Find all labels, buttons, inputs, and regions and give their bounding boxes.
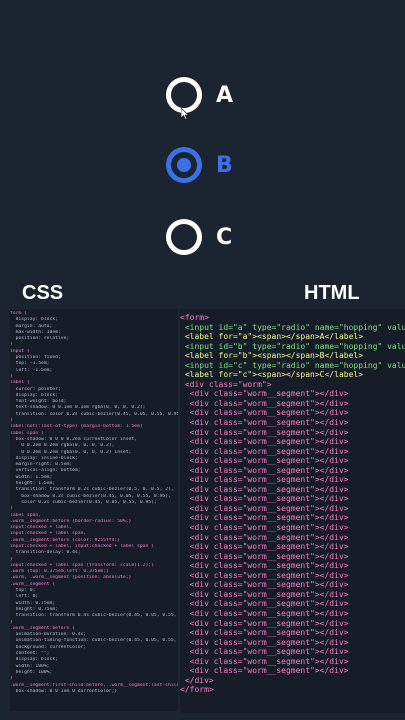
html-code-line: <div class="worm__segment"></div> <box>180 494 349 504</box>
html-code-line: <div class="worm__segment"></div> <box>180 628 349 638</box>
css-code-line: transition: transform 0.4s cubic-bezier(… <box>10 613 178 619</box>
mouse-cursor-icon <box>181 108 189 120</box>
html-code-line: <input id="b" type="radio" name="hopping… <box>184 341 405 351</box>
html-code-line: <div class="worm__segment"></div> <box>180 589 349 599</box>
html-code-line: <div class="worm__segment"></div> <box>180 484 349 494</box>
html-code-line: <div class="worm__segment"></div> <box>180 542 349 552</box>
html-code-line: <div class="worm__segment"></div> <box>180 561 349 571</box>
html-code-line: <div class="worm__segment"></div> <box>180 580 349 590</box>
html-code-line: <div class="worm__segment"></div> <box>180 456 349 466</box>
html-code-line: <div class="worm__segment"></div> <box>180 475 349 485</box>
css-code-line: animation-timing-function: cubic-bezier(… <box>10 638 178 644</box>
html-code-line: </form> <box>180 685 214 695</box>
radio-label-c[interactable]: C <box>216 225 232 250</box>
html-code-line: <div class="worm__segment"></div> <box>180 398 349 408</box>
html-code-line: <label for="b"><span></span>B</label> <box>180 351 364 361</box>
radio-circle-c[interactable] <box>166 219 202 255</box>
html-code-line: <div class="worm__segment"></div> <box>180 618 349 628</box>
radio-option-c[interactable]: C <box>166 219 232 255</box>
html-code-line: <div class="worm__segment"></div> <box>180 656 349 666</box>
html-code-line: <div class="worm__segment"></div> <box>180 599 349 609</box>
radio-option-a[interactable]: A <box>166 77 233 113</box>
html-code-line: <div class="worm__segment"></div> <box>180 389 349 399</box>
html-code-line: <div class="worm__segment"></div> <box>180 503 349 513</box>
html-code-line: <div class="worm__segment"></div> <box>180 532 349 542</box>
html-code-line: <div class="worm__segment"></div> <box>180 551 349 561</box>
html-code-line: <div class="worm__segment"></div> <box>180 666 349 676</box>
css-heading: CSS <box>22 282 64 304</box>
radio-option-b[interactable]: B <box>166 147 233 183</box>
html-code-line: <label for="a"><span></span>A</label> <box>180 332 364 342</box>
html-code-line: <label for="c"><span></span>C</label> <box>180 370 364 380</box>
css-code-line: box-shadow: 0 0 1em 0 currentColor;} <box>10 688 118 694</box>
html-code-line: <div class="worm__segment"></div> <box>180 446 349 456</box>
html-code-line: <div class="worm__segment"></div> <box>180 523 349 533</box>
html-code-line: <div class="worm"> <box>180 379 272 389</box>
css-code-line: .worm__segment:first-child:before, .worm… <box>10 682 178 688</box>
html-code-line: <div class="worm__segment"></div> <box>180 570 349 580</box>
html-code-line: <input id="c" type="radio" name="hopping… <box>184 360 405 370</box>
radio-label-b[interactable]: B <box>216 153 233 178</box>
radio-circle-b[interactable] <box>166 147 202 183</box>
html-code-line: <input id="a" type="radio" name="hopping… <box>184 322 405 332</box>
html-code-line: <div class="worm__segment"></div> <box>180 418 349 428</box>
html-code-panel: <form> <input id="a" type="radio" name="… <box>180 309 405 713</box>
radio-demo: A B C <box>0 0 405 280</box>
css-code-panel: form { display: block; margin: auto; max… <box>10 309 178 711</box>
html-code-line: <div class="worm__segment"></div> <box>180 637 349 647</box>
html-code-line: <div class="worm__segment"></div> <box>180 513 349 523</box>
html-code-line: <form> <box>180 313 209 322</box>
html-code-line: <div class="worm__segment"></div> <box>180 608 349 618</box>
html-code-line: <div class="worm__segment"></div> <box>180 408 349 418</box>
css-code-line: box-shadow 0.2s cubic-bezier(0.45, 0.05,… <box>10 493 171 499</box>
html-code-line: <div class="worm__segment"></div> <box>180 437 349 447</box>
html-heading: HTML <box>304 282 360 304</box>
css-code-line: transition: transform 0.2s cubic-bezier(… <box>10 487 174 493</box>
css-code-line: transition: color 0.2s cubic-bezier(0.45… <box>10 411 178 417</box>
radio-label-a[interactable]: A <box>216 83 233 108</box>
html-code-line: <div class="worm__segment"></div> <box>180 427 349 437</box>
html-code-line: </div> <box>180 675 214 685</box>
html-code-line: <div class="worm__segment"></div> <box>180 465 349 475</box>
html-code-line: <div class="worm__segment"></div> <box>180 647 349 657</box>
css-code-line: color 0.2s cubic-bezier(0.45, 0.05, 0.55… <box>10 499 157 505</box>
